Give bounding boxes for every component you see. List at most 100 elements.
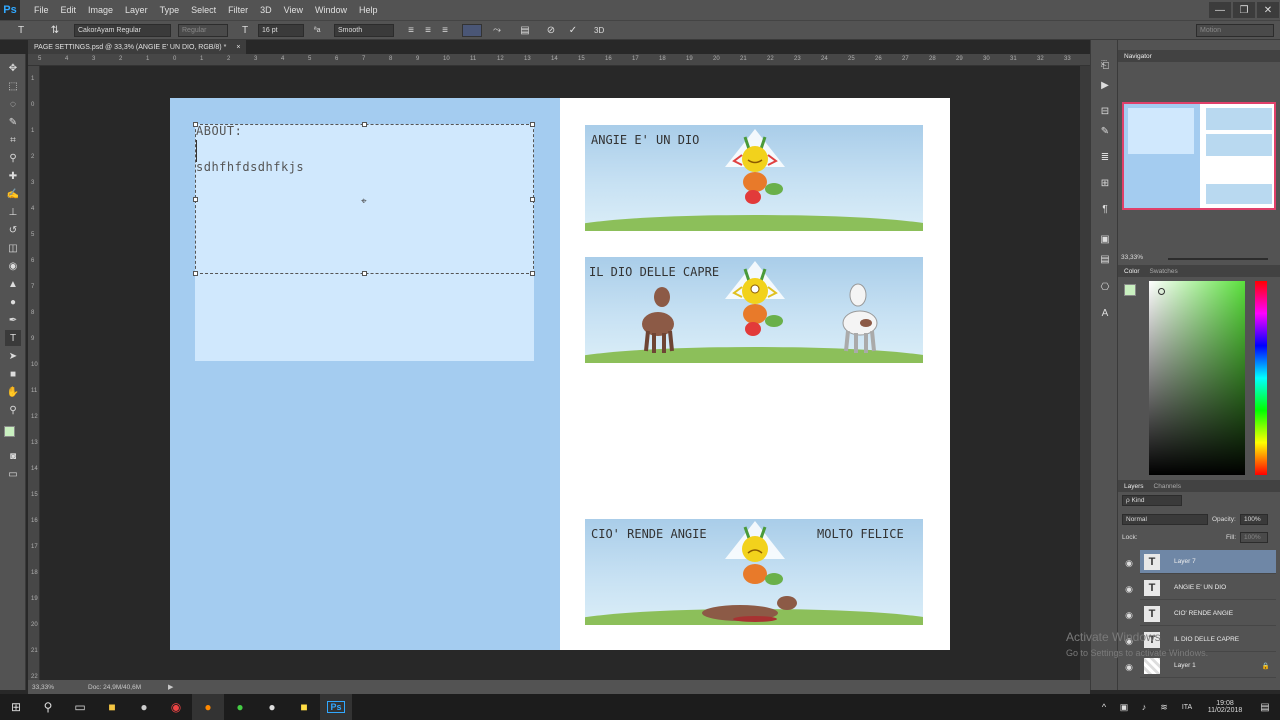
crop-tool-icon[interactable]: ⌗ <box>5 132 21 148</box>
actions-panel-icon[interactable]: ▶ <box>1098 78 1112 92</box>
brush-panel-icon[interactable]: ✎ <box>1098 124 1112 138</box>
visibility-eye-icon[interactable]: ◉ <box>1122 662 1136 673</box>
minimize-button[interactable]: — <box>1209 2 1231 18</box>
search-icon[interactable]: ⚲ <box>32 694 64 720</box>
text-color-swatch[interactable] <box>462 24 482 37</box>
navigator-zoom-slider[interactable] <box>1168 258 1268 260</box>
menu-help[interactable]: Help <box>353 5 384 15</box>
blend-mode-select[interactable]: Normal <box>1122 514 1208 525</box>
app-icon[interactable]: ● <box>256 694 288 720</box>
app-icon[interactable]: ● <box>128 694 160 720</box>
cancel-edits-icon[interactable]: ⊘ <box>544 24 558 37</box>
zoom-tool-icon[interactable]: ⚲ <box>5 402 21 418</box>
status-menu-arrow-icon[interactable]: ▶ <box>168 683 173 691</box>
eyedropper-tool-icon[interactable]: ⚲ <box>5 150 21 166</box>
tab-swatches[interactable]: Swatches <box>1150 268 1178 275</box>
color-picker-field[interactable] <box>1149 281 1245 475</box>
canvas-scrollbar[interactable] <box>1080 66 1090 680</box>
screen-mode-icon[interactable]: ▭ <box>5 466 21 482</box>
clock[interactable]: 19:08 11/02/2018 <box>1200 700 1250 714</box>
lasso-tool-icon[interactable]: ◌ <box>5 96 21 112</box>
tab-channels[interactable]: Channels <box>1154 483 1181 490</box>
resize-handle[interactable] <box>193 122 198 127</box>
info-panel-icon[interactable]: ▤ <box>1098 252 1112 266</box>
dodge-tool-icon[interactable]: ● <box>5 294 21 310</box>
hue-slider[interactable] <box>1255 281 1267 475</box>
foreground-color-swatch[interactable] <box>4 426 15 437</box>
notifications-icon[interactable]: ▤ <box>1250 694 1280 720</box>
character-panel-icon[interactable]: ▤ <box>518 24 532 37</box>
navigator-title[interactable]: Navigator <box>1124 53 1152 60</box>
commit-edits-icon[interactable]: ✓ <box>566 24 580 37</box>
chrome-icon[interactable]: ◉ <box>160 694 192 720</box>
type-tool-preset-icon[interactable]: T <box>14 24 28 37</box>
layer-row[interactable]: T Layer 7 <box>1140 550 1276 574</box>
menu-type[interactable]: Type <box>154 5 186 15</box>
document-tab[interactable]: PAGE SETTINGS.psd @ 33,3% (ANGIE E' UN D… <box>28 40 247 54</box>
file-explorer-icon[interactable]: ■ <box>96 694 128 720</box>
quick-mask-icon[interactable]: ◙ <box>5 448 21 464</box>
close-button[interactable]: ✕ <box>1257 2 1279 18</box>
styles-panel-icon[interactable]: ⊞ <box>1098 176 1112 190</box>
resize-handle[interactable] <box>362 271 367 276</box>
healing-brush-tool-icon[interactable]: ✚ <box>5 168 21 184</box>
font-style-select[interactable]: Regular <box>178 24 228 37</box>
align-center-icon[interactable]: ≡ <box>421 24 435 37</box>
align-right-icon[interactable]: ≡ <box>438 24 452 37</box>
paint-bucket-tool-icon[interactable]: ◉ <box>5 258 21 274</box>
menu-layer[interactable]: Layer <box>119 5 154 15</box>
layer-row[interactable]: T ANGIE E' UN DIO <box>1140 576 1276 600</box>
menu-window[interactable]: Window <box>309 5 353 15</box>
sticky-notes-icon[interactable]: ■ <box>288 694 320 720</box>
history-panel-icon[interactable]: ⎗ <box>1098 58 1112 72</box>
type-tool-icon[interactable]: T <box>5 330 21 346</box>
document-tab-close-icon[interactable]: × <box>236 44 240 51</box>
menu-filter[interactable]: Filter <box>222 5 254 15</box>
visibility-eye-icon[interactable]: ◉ <box>1122 584 1136 595</box>
blur-tool-icon[interactable]: ▲ <box>5 276 21 292</box>
tray-chevron-icon[interactable]: ^ <box>1094 694 1114 720</box>
character-panel-icon[interactable]: A <box>1098 306 1112 320</box>
menu-image[interactable]: Image <box>82 5 119 15</box>
properties-panel-icon[interactable]: ⊟ <box>1098 104 1112 118</box>
network-icon[interactable]: ▣ <box>1114 694 1134 720</box>
app-icon[interactable]: ● <box>192 694 224 720</box>
layer-filter-select[interactable]: ρ Kind <box>1122 495 1182 506</box>
wifi-icon[interactable]: ≋ <box>1154 694 1174 720</box>
pen-tool-icon[interactable]: ✒ <box>5 312 21 328</box>
menu-3d[interactable]: 3D <box>254 5 278 15</box>
create-3d-button[interactable]: 3D <box>594 24 604 37</box>
workspace-select[interactable]: Motion <box>1196 24 1274 37</box>
adjustments-panel-icon[interactable]: ≣ <box>1098 150 1112 164</box>
quick-select-tool-icon[interactable]: ✎ <box>5 114 21 130</box>
hand-tool-icon[interactable]: ✋ <box>5 384 21 400</box>
resize-handle[interactable] <box>530 122 535 127</box>
warp-text-icon[interactable]: ⤳ <box>490 24 504 37</box>
windows-start-icon[interactable]: ⊞ <box>0 694 32 720</box>
libraries-panel-icon[interactable]: ▣ <box>1098 232 1112 246</box>
fill-input[interactable]: 100% <box>1240 532 1268 543</box>
tab-layers[interactable]: Layers <box>1124 483 1144 490</box>
eraser-tool-icon[interactable]: ◫ <box>5 240 21 256</box>
text-bounding-box[interactable]: ⌖ <box>193 122 535 276</box>
visibility-eye-icon[interactable]: ◉ <box>1122 558 1136 569</box>
paragraph-panel-icon[interactable]: ¶ <box>1098 202 1112 216</box>
zoom-level[interactable]: 33,33% <box>28 684 78 691</box>
align-left-icon[interactable]: ≡ <box>404 24 418 37</box>
resize-handle[interactable] <box>193 271 198 276</box>
antialias-select[interactable]: Smooth <box>334 24 394 37</box>
history-brush-tool-icon[interactable]: ↺ <box>5 222 21 238</box>
visibility-eye-icon[interactable]: ◉ <box>1122 610 1136 621</box>
resize-handle[interactable] <box>530 271 535 276</box>
path-selection-tool-icon[interactable]: ➤ <box>5 348 21 364</box>
app-icon[interactable]: ● <box>224 694 256 720</box>
volume-icon[interactable]: ♪ <box>1134 694 1154 720</box>
layer-row[interactable]: T CIO' RENDE ANGIE <box>1140 602 1276 626</box>
tab-color[interactable]: Color <box>1124 268 1140 275</box>
menu-file[interactable]: File <box>28 5 55 15</box>
color-picker-cursor[interactable] <box>1158 288 1165 295</box>
menu-edit[interactable]: Edit <box>55 5 83 15</box>
restore-button[interactable]: ❐ <box>1233 2 1255 18</box>
font-family-select[interactable]: CakorAyam Regular <box>74 24 171 37</box>
color-foreground-swatch[interactable] <box>1124 284 1136 296</box>
